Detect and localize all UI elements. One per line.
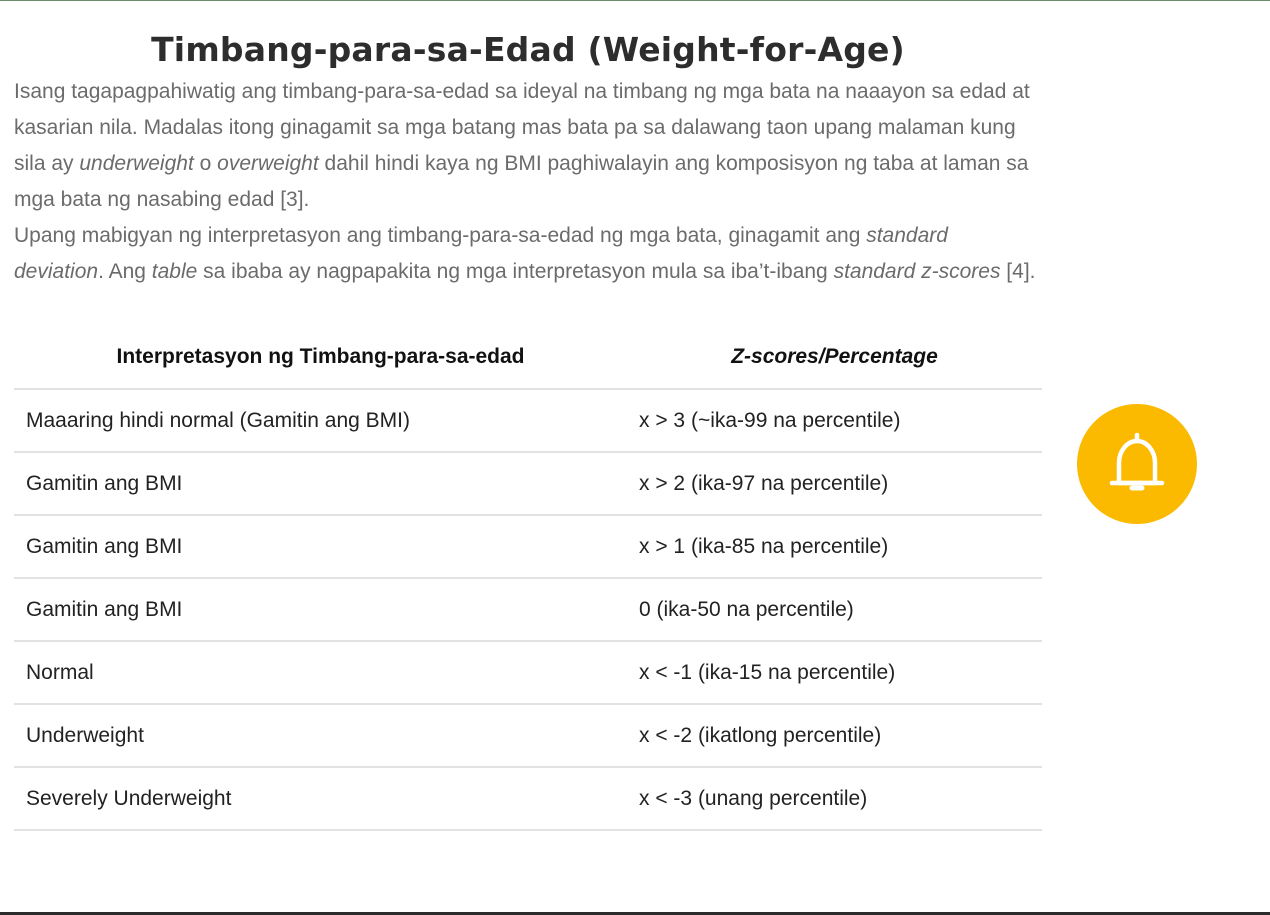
table-header-interpretation: Interpretasyon ng Timbang-para-sa-edad — [14, 326, 627, 390]
top-divider — [0, 0, 1270, 1]
intro-paragraph: Isang tagapagpahiwatig ang timbang-para-… — [14, 74, 1042, 218]
bell-icon — [1109, 432, 1165, 491]
zscore-table: Interpretasyon ng Timbang-para-sa-edad Z… — [14, 326, 1042, 831]
paragraph-text: [4]. — [1000, 260, 1036, 283]
table-header-zscores: Z-scores/Percentage — [627, 326, 1042, 390]
notification-button[interactable] — [1077, 404, 1197, 524]
table-cell-zscore: x < -3 (unang percentile) — [627, 767, 1042, 831]
emphasis-text: table — [151, 260, 198, 283]
paragraph-text: . Ang — [98, 260, 152, 283]
paragraph-text: sa ibaba ay nagpapakita ng mga interpret… — [197, 260, 834, 283]
table-row: Maaaring hindi normal (Gamitin ang BMI) … — [14, 389, 1042, 453]
table-row: Gamitin ang BMI x > 2 (ika-97 na percent… — [14, 452, 1042, 516]
paragraph-text: o — [193, 152, 218, 175]
paragraph-text: Upang mabigyan ng interpretasyon ang tim… — [14, 224, 867, 247]
table-cell-zscore: x > 3 (~ika-99 na percentile) — [627, 389, 1042, 453]
emphasis-text: standard z-scores — [833, 260, 1001, 283]
table-row: Severely Underweight x < -3 (unang perce… — [14, 767, 1042, 831]
table-cell-zscore: 0 (ika-50 na percentile) — [627, 578, 1042, 642]
table-cell-interpretation: Gamitin ang BMI — [14, 578, 627, 642]
table-header-row: Interpretasyon ng Timbang-para-sa-edad Z… — [14, 326, 1042, 390]
explanation-paragraph: Upang mabigyan ng interpretasyon ang tim… — [14, 218, 1042, 290]
table-row: Gamitin ang BMI x > 1 (ika-85 na percent… — [14, 515, 1042, 579]
table-cell-zscore: x < -2 (ikatlong percentile) — [627, 704, 1042, 768]
table-cell-interpretation: Normal — [14, 641, 627, 705]
table-row: Normal x < -1 (ika-15 na percentile) — [14, 641, 1042, 705]
table-row: Gamitin ang BMI 0 (ika-50 na percentile) — [14, 578, 1042, 642]
table-cell-zscore: x > 1 (ika-85 na percentile) — [627, 515, 1042, 579]
emphasis-text: underweight — [79, 152, 194, 175]
table-cell-zscore: x < -1 (ika-15 na percentile) — [627, 641, 1042, 705]
table-cell-zscore: x > 2 (ika-97 na percentile) — [627, 452, 1042, 516]
table-cell-interpretation: Gamitin ang BMI — [14, 452, 627, 516]
table-row: Underweight x < -2 (ikatlong percentile) — [14, 704, 1042, 768]
table-cell-interpretation: Maaaring hindi normal (Gamitin ang BMI) — [14, 389, 627, 453]
table-cell-interpretation: Gamitin ang BMI — [14, 515, 627, 579]
emphasis-text: overweight — [217, 152, 319, 175]
table-cell-interpretation: Severely Underweight — [14, 767, 627, 831]
table-cell-interpretation: Underweight — [14, 704, 627, 768]
article-content: Timbang-para-sa-Edad (Weight-for-Age) Is… — [14, 26, 1042, 831]
page-title: Timbang-para-sa-Edad (Weight-for-Age) — [151, 30, 905, 69]
